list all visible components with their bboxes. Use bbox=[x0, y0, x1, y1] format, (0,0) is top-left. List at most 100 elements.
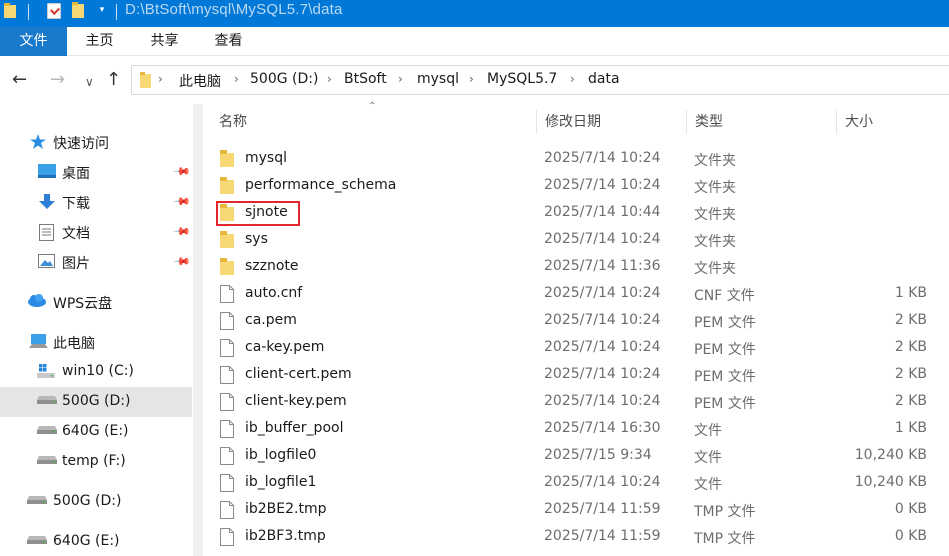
chevron-right-icon[interactable]: › bbox=[327, 72, 332, 86]
breadcrumb-drive-d[interactable]: 500G (D:) bbox=[250, 71, 318, 87]
sidebar-item-wps-cloud[interactable]: WPS云盘 bbox=[0, 287, 192, 317]
column-name[interactable]: 名称 bbox=[206, 108, 536, 136]
column-date[interactable]: 修改日期 bbox=[532, 108, 682, 136]
recent-locations-chevron-icon[interactable]: ∨ bbox=[85, 72, 94, 92]
sidebar-scrollbar[interactable] bbox=[193, 104, 203, 556]
customize-toolbar-chevron-icon[interactable]: ▾ bbox=[97, 5, 107, 15]
file-size: 2 KB bbox=[894, 366, 927, 382]
breadcrumb-mysql57[interactable]: MySQL5.7 bbox=[487, 71, 557, 87]
sidebar-item-label: 640G (E:) bbox=[53, 533, 120, 549]
address-bar[interactable]: › 此电脑 › 500G (D:) › BtSoft › mysql › MyS… bbox=[131, 65, 949, 95]
chevron-right-icon[interactable]: › bbox=[398, 72, 403, 86]
sidebar-item-drive-f[interactable]: temp (F:) bbox=[0, 447, 192, 477]
column-size[interactable]: 大小 bbox=[832, 108, 942, 136]
pin-icon[interactable]: 📌 bbox=[172, 192, 191, 211]
sidebar-item-label: 文档 bbox=[62, 226, 90, 242]
sidebar-item-drive-e-2[interactable]: 640G (E:) bbox=[0, 527, 192, 556]
sidebar-item-label: 500G (D:) bbox=[53, 493, 122, 509]
list-item[interactable]: ca-key.pem 2025/7/14 10:24 PEM 文件 2 KB bbox=[204, 335, 949, 362]
file-date: 2025/7/14 11:36 bbox=[544, 258, 661, 274]
breadcrumb-mysql[interactable]: mysql bbox=[417, 71, 459, 87]
breadcrumb-btsoft[interactable]: BtSoft bbox=[344, 71, 387, 87]
new-folder-icon[interactable] bbox=[72, 2, 84, 18]
navigation-bar: ← → ∨ ↑ › 此电脑 › 500G (D:) › BtSoft › mys… bbox=[0, 56, 949, 104]
file-date: 2025/7/14 11:59 bbox=[544, 501, 661, 517]
title-separator bbox=[116, 4, 117, 20]
file-icon bbox=[220, 501, 238, 521]
file-icon bbox=[220, 447, 238, 467]
file-type: TMP 文件 bbox=[694, 504, 756, 520]
drive-icon bbox=[27, 494, 47, 508]
sidebar-item-label: 640G (E:) bbox=[62, 423, 129, 439]
file-type: PEM 文件 bbox=[694, 342, 756, 358]
file-date: 2025/7/14 10:44 bbox=[544, 204, 661, 220]
file-type: PEM 文件 bbox=[694, 315, 756, 331]
sidebar-item-pictures[interactable]: 图片 📌 bbox=[0, 247, 192, 277]
list-item[interactable]: auto.cnf 2025/7/14 10:24 CNF 文件 1 KB bbox=[204, 281, 949, 308]
sidebar-item-drive-e[interactable]: 640G (E:) bbox=[0, 417, 192, 447]
list-item[interactable]: ca.pem 2025/7/14 10:24 PEM 文件 2 KB bbox=[204, 308, 949, 335]
sidebar-item-this-pc[interactable]: 此电脑 bbox=[0, 327, 192, 357]
tab-home[interactable]: 主页 bbox=[72, 27, 127, 56]
download-icon bbox=[39, 194, 55, 209]
tab-share[interactable]: 共享 bbox=[137, 27, 192, 56]
column-type[interactable]: 类型 bbox=[682, 108, 832, 136]
properties-check-icon[interactable] bbox=[47, 3, 61, 19]
desktop-icon bbox=[38, 164, 56, 178]
chevron-right-icon[interactable]: › bbox=[570, 72, 575, 86]
back-arrow-icon[interactable]: ← bbox=[12, 70, 27, 90]
sidebar-item-desktop[interactable]: 桌面 📌 bbox=[0, 157, 192, 187]
file-date: 2025/7/14 10:24 bbox=[544, 366, 661, 382]
list-item[interactable]: ib_logfile1 2025/7/14 10:24 文件 10,240 KB bbox=[204, 470, 949, 497]
folder-icon bbox=[220, 258, 238, 278]
file-type: PEM 文件 bbox=[694, 369, 756, 385]
breadcrumb-data[interactable]: data bbox=[588, 71, 620, 87]
sidebar-item-drive-d-2[interactable]: 500G (D:) bbox=[0, 487, 192, 517]
file-type: 文件夹 bbox=[694, 153, 736, 169]
chevron-right-icon[interactable]: › bbox=[234, 72, 239, 86]
up-arrow-icon[interactable]: ↑ bbox=[106, 70, 121, 90]
ribbon-tabs: 文件 主页 共享 查看 bbox=[0, 27, 949, 56]
file-icon bbox=[220, 528, 238, 548]
sidebar-item-drive-c[interactable]: win10 (C:) bbox=[0, 357, 192, 387]
list-item[interactable]: ib2BF3.tmp 2025/7/14 11:59 TMP 文件 0 KB bbox=[204, 524, 949, 551]
list-item[interactable]: ib_logfile0 2025/7/15 9:34 文件 10,240 KB bbox=[204, 443, 949, 470]
list-item[interactable]: ib2BE2.tmp 2025/7/14 11:59 TMP 文件 0 KB bbox=[204, 497, 949, 524]
file-date: 2025/7/14 10:24 bbox=[544, 150, 661, 166]
list-item[interactable]: mysql 2025/7/14 10:24 文件夹 bbox=[204, 146, 949, 173]
file-size: 2 KB bbox=[894, 312, 927, 328]
breadcrumb-this-pc[interactable]: 此电脑 bbox=[179, 71, 221, 91]
pin-icon[interactable]: 📌 bbox=[172, 162, 191, 181]
drive-icon bbox=[37, 424, 57, 438]
pin-icon[interactable]: 📌 bbox=[172, 222, 191, 241]
file-date: 2025/7/14 10:24 bbox=[544, 474, 661, 490]
chevron-right-icon[interactable]: › bbox=[469, 72, 474, 86]
forward-arrow-icon[interactable]: → bbox=[50, 70, 65, 90]
file-date: 2025/7/14 10:24 bbox=[544, 393, 661, 409]
sidebar-item-documents[interactable]: 文档 📌 bbox=[0, 217, 192, 247]
list-item[interactable]: szznote 2025/7/14 11:36 文件夹 bbox=[204, 254, 949, 281]
list-item[interactable]: sys 2025/7/14 10:24 文件夹 bbox=[204, 227, 949, 254]
file-type: CNF 文件 bbox=[694, 288, 755, 304]
list-item[interactable]: client-cert.pem 2025/7/14 10:24 PEM 文件 2… bbox=[204, 362, 949, 389]
sidebar-item-quick-access[interactable]: 快速访问 bbox=[0, 127, 192, 157]
tab-view[interactable]: 查看 bbox=[201, 27, 256, 56]
list-item[interactable]: sjnote 2025/7/14 10:44 文件夹 bbox=[204, 200, 949, 227]
sidebar-item-label: WPS云盘 bbox=[53, 296, 113, 312]
pin-icon[interactable]: 📌 bbox=[172, 252, 191, 271]
pictures-icon bbox=[38, 254, 55, 268]
chevron-right-icon[interactable]: › bbox=[158, 72, 163, 86]
list-item[interactable]: ib_buffer_pool 2025/7/14 16:30 文件 1 KB bbox=[204, 416, 949, 443]
sidebar-item-downloads[interactable]: 下载 📌 bbox=[0, 187, 192, 217]
folder-icon[interactable] bbox=[4, 3, 16, 18]
file-name: client-cert.pem bbox=[245, 366, 352, 382]
list-item[interactable]: client-key.pem 2025/7/14 10:24 PEM 文件 2 … bbox=[204, 389, 949, 416]
tab-file[interactable]: 文件 bbox=[0, 27, 67, 56]
sidebar-item-drive-d[interactable]: 500G (D:) bbox=[0, 387, 192, 417]
column-header: 名称 修改日期 类型 大小 bbox=[204, 108, 949, 136]
document-icon bbox=[39, 224, 55, 241]
list-item[interactable]: performance_schema 2025/7/14 10:24 文件夹 bbox=[204, 173, 949, 200]
file-icon bbox=[220, 312, 238, 332]
folder-icon bbox=[220, 231, 238, 251]
sidebar-item-label: 快速访问 bbox=[53, 136, 109, 152]
